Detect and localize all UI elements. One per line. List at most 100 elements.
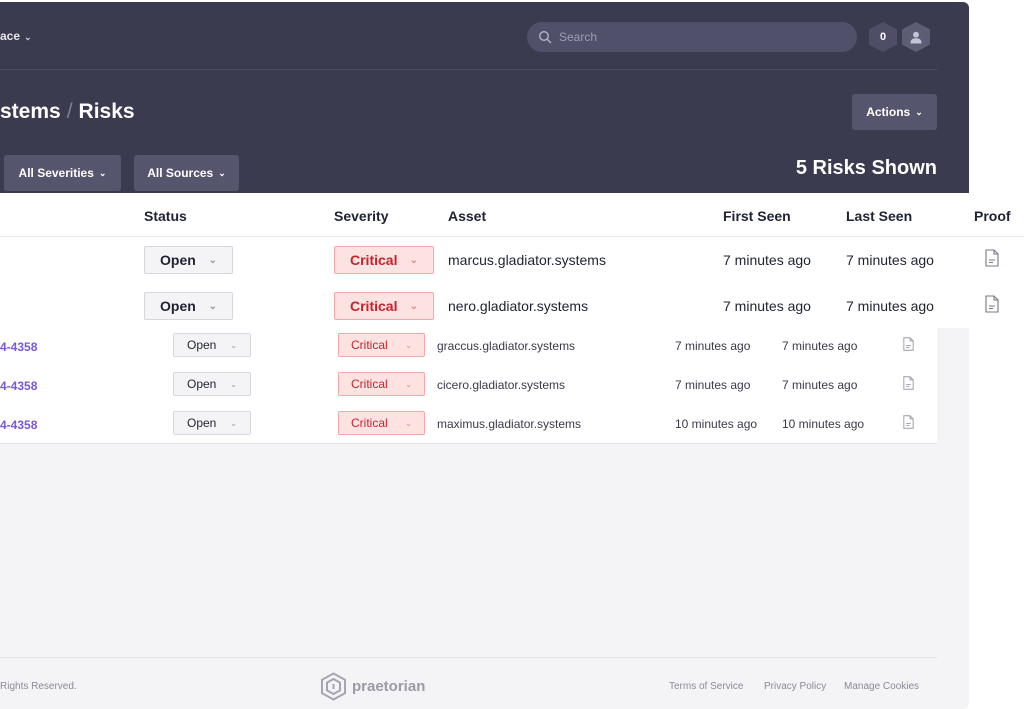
risks-table-header-area: Status Severity Asset First Seen Last Se…	[0, 193, 1024, 328]
status-value: Open	[187, 377, 217, 391]
risk-id-link[interactable]: 4-4358	[0, 379, 37, 393]
severity-select[interactable]: Critical ⌄	[338, 372, 425, 396]
severity-value: Critical	[350, 298, 398, 314]
last-seen: 7 minutes ago	[846, 252, 934, 268]
actions-button[interactable]: Actions ⌄	[852, 94, 937, 130]
table-row[interactable]: 4-4358 Open ⌄ Critical ⌄ cicero.gladiator.…	[0, 367, 1024, 406]
table-row[interactable]: 4-4358 Open ⌄ Critical ⌄ maximus.gladiator…	[0, 406, 1024, 445]
table-header: Status Severity Asset First Seen Last Se…	[0, 193, 1024, 237]
status-select[interactable]: Open ⌄	[173, 372, 251, 396]
asset-name: graccus.gladiator.systems	[437, 339, 576, 353]
terms-of-service-link[interactable]: Terms of Service	[669, 681, 743, 692]
severity-select[interactable]: Critical ⌄	[334, 292, 434, 320]
status-value: Open	[160, 298, 196, 314]
document-icon[interactable]	[903, 415, 914, 429]
first-seen: 10 minutes ago	[675, 417, 758, 431]
breadcrumb-current: Risks	[78, 100, 135, 123]
user-menu[interactable]	[902, 22, 930, 52]
search-bar[interactable]	[527, 22, 857, 52]
column-header-proof: Proof	[974, 208, 1011, 224]
user-icon	[910, 31, 922, 43]
notification-count: 0	[879, 31, 887, 43]
last-seen: 7 minutes ago	[782, 378, 858, 392]
breadcrumb-separator: /	[66, 100, 73, 123]
column-header-status[interactable]: Status	[144, 208, 187, 224]
header-divider	[0, 69, 937, 70]
first-seen: 7 minutes ago	[723, 252, 811, 268]
chevron-down-icon: ⌄	[24, 32, 32, 42]
column-header-severity[interactable]: Severity	[334, 208, 388, 224]
source-filter-label: All Sources	[147, 166, 214, 180]
manage-cookies-link[interactable]: Manage Cookies	[844, 681, 919, 692]
footer-divider	[0, 657, 937, 658]
source-filter[interactable]: All Sources ⌄	[134, 155, 239, 191]
search-icon	[538, 30, 552, 44]
copyright-text: Rights Reserved.	[0, 681, 77, 692]
page-title: stems / Risks	[0, 100, 135, 124]
document-icon[interactable]	[903, 337, 914, 351]
last-seen: 7 minutes ago	[846, 298, 934, 314]
praetorian-logo-icon	[321, 672, 346, 701]
document-icon[interactable]	[985, 295, 999, 313]
risks-shown-count: 5 Risks Shown	[795, 157, 937, 179]
page-header: ace⌄ 0 stems/Risks Actions⌄ All Severiti…	[0, 2, 969, 193]
column-header-last-seen[interactable]: Last Seen	[846, 208, 912, 224]
document-icon[interactable]	[903, 376, 914, 390]
document-icon[interactable]	[985, 249, 999, 267]
severity-value: Critical	[351, 377, 388, 391]
asset-name: maximus.gladiator.systems	[437, 417, 582, 431]
severity-filter[interactable]: All Severities ⌄	[4, 155, 121, 191]
risk-id-link[interactable]: 4-4358	[0, 340, 37, 354]
severity-value: Critical	[350, 252, 398, 268]
breadcrumb-parent[interactable]: stems	[0, 100, 61, 123]
first-seen: 7 minutes ago	[675, 339, 751, 353]
column-header-first-seen[interactable]: First Seen	[723, 208, 791, 224]
status-select[interactable]: Open ⌄	[144, 246, 233, 274]
status-value: Open	[187, 338, 217, 352]
status-value: Open	[187, 416, 217, 430]
praetorian-logo[interactable]: praetorian	[320, 672, 425, 701]
table-row[interactable]: 4-4358 Open ⌄ Critical ⌄ graccus.gladiator…	[0, 328, 1024, 367]
chevron-down-icon: ⌄	[915, 106, 923, 117]
status-select[interactable]: Open ⌄	[173, 333, 251, 357]
chevron-down-icon: ⌄	[208, 300, 217, 312]
severity-select[interactable]: Critical ⌄	[338, 333, 425, 357]
status-select[interactable]: Open ⌄	[144, 292, 233, 320]
first-seen: 7 minutes ago	[723, 298, 811, 314]
actions-label: Actions	[866, 105, 911, 119]
severity-select[interactable]: Critical ⌄	[334, 246, 434, 274]
chevron-down-icon: ⌄	[409, 254, 418, 266]
chevron-down-icon: ⌄	[409, 300, 418, 312]
table-row[interactable]: Open ⌄ Critical ⌄ marcus.gladiator.systems…	[0, 239, 1024, 285]
chevron-down-icon: ⌄	[230, 340, 237, 350]
chevron-down-icon: ⌄	[98, 167, 107, 178]
severity-select[interactable]: Critical ⌄	[338, 411, 425, 435]
notification-badge[interactable]: 0	[869, 22, 897, 52]
chevron-down-icon: ⌄	[230, 418, 237, 428]
last-seen: 10 minutes ago	[782, 417, 865, 431]
table-row[interactable]: Open ⌄ Critical ⌄ nero.gladiator.systems 7…	[0, 285, 1024, 331]
column-header-asset[interactable]: Asset	[448, 208, 486, 224]
chevron-down-icon: ⌄	[405, 418, 412, 428]
chevron-down-icon: ⌄	[405, 379, 412, 389]
severity-value: Critical	[351, 338, 388, 352]
last-seen: 7 minutes ago	[782, 339, 858, 353]
workspace-selector[interactable]: ace ⌄	[0, 29, 32, 43]
risk-id-link[interactable]: 4-4358	[0, 418, 37, 432]
search-input[interactable]	[559, 22, 849, 52]
severity-filter-label: All Severities	[18, 166, 94, 180]
chevron-down-icon: ⌄	[208, 254, 217, 266]
status-select[interactable]: Open ⌄	[173, 411, 251, 435]
privacy-policy-link[interactable]: Privacy Policy	[764, 681, 826, 692]
status-value: Open	[160, 252, 196, 268]
asset-name: nero.gladiator.systems	[448, 298, 589, 314]
first-seen: 7 minutes ago	[675, 378, 751, 392]
risks-table-body: 4-4358 Open ⌄ Critical ⌄ graccus.gladiator…	[0, 328, 937, 444]
logo-text: praetorian	[352, 678, 426, 695]
workspace-label: ace	[0, 29, 21, 43]
asset-name: marcus.gladiator.systems	[448, 252, 606, 268]
chevron-down-icon: ⌄	[405, 340, 412, 350]
asset-name: cicero.gladiator.systems	[437, 378, 566, 392]
severity-value: Critical	[351, 416, 388, 430]
chevron-down-icon: ⌄	[230, 379, 237, 389]
